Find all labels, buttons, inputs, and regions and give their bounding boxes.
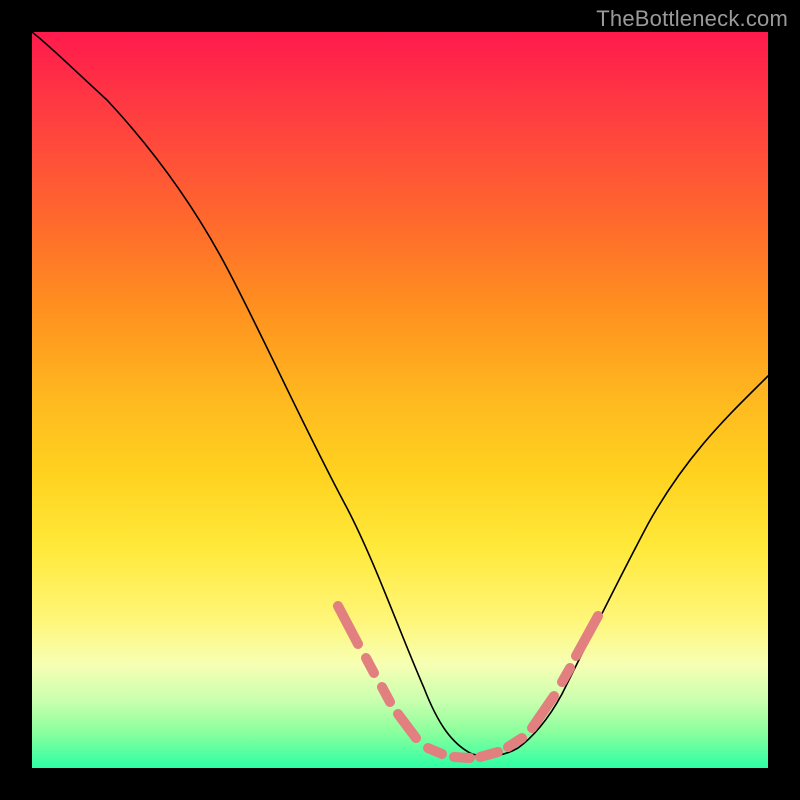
- dash-overlay-left: [338, 606, 416, 738]
- watermark-text: TheBottleneck.com: [596, 6, 788, 32]
- bottleneck-chart: [32, 32, 768, 768]
- chart-frame: [32, 32, 768, 768]
- bottleneck-curve: [32, 32, 768, 756]
- dash-overlay-right: [532, 616, 598, 728]
